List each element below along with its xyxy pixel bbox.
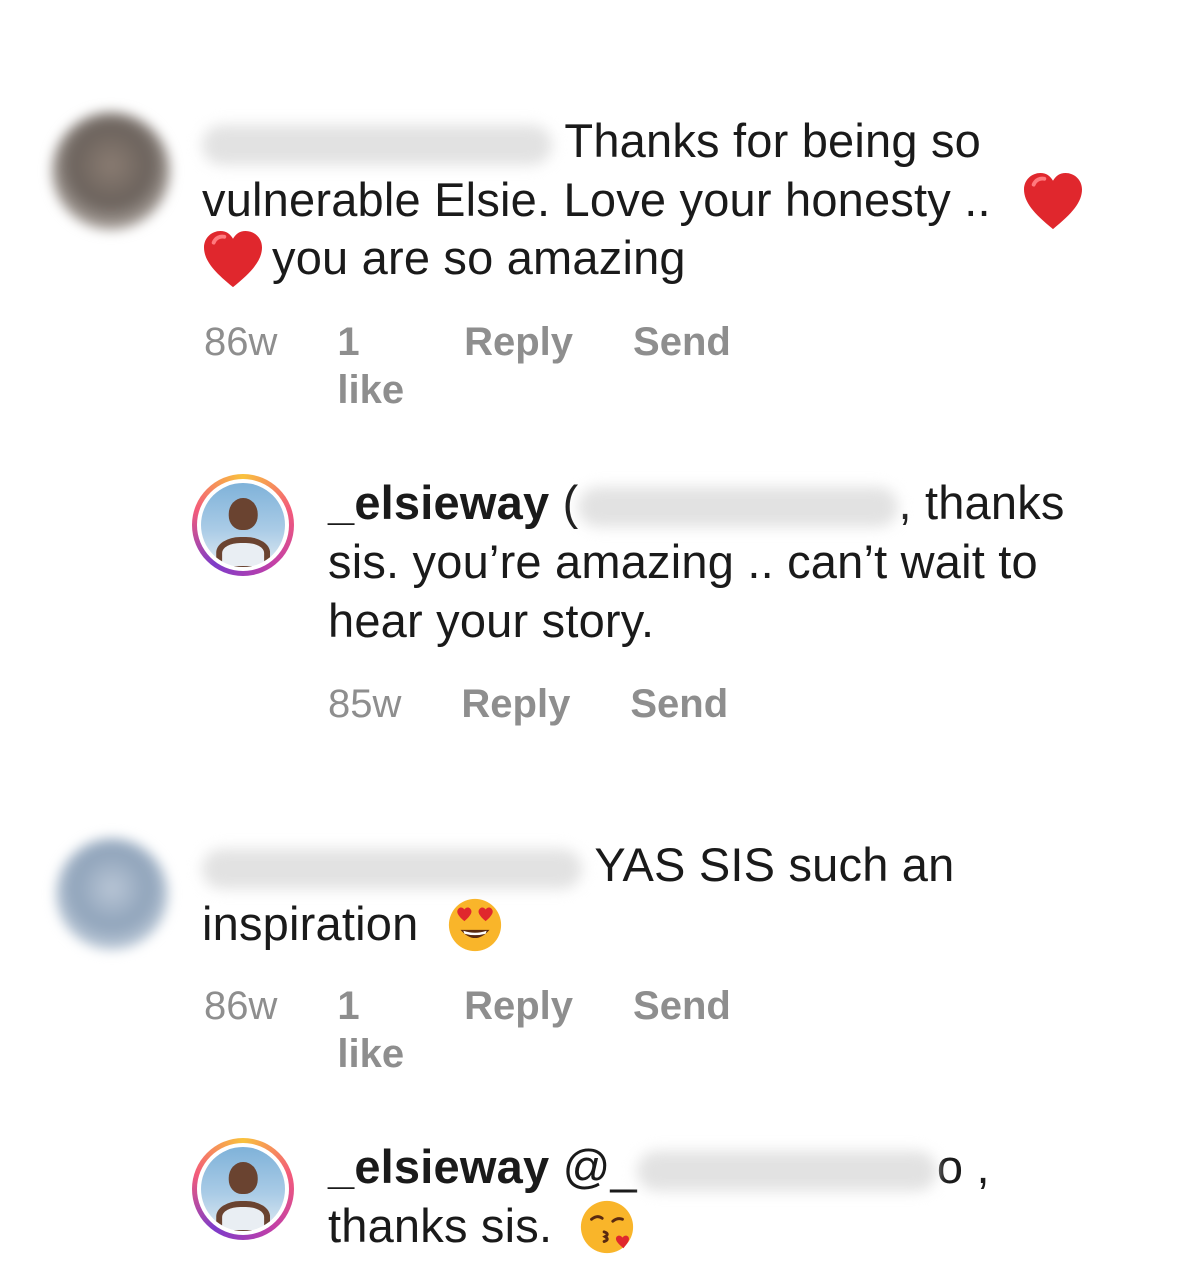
avatar[interactable] <box>192 1138 294 1240</box>
mention-link[interactable]: @_ <box>563 1140 637 1193</box>
comment-meta: 86w 1 like Reply Send <box>204 318 731 414</box>
avatar[interactable] <box>52 112 170 230</box>
kissing-face-emoji-icon <box>580 1200 633 1253</box>
red-heart-icon <box>204 230 262 287</box>
timestamp: 86w <box>204 320 278 364</box>
reply-button[interactable]: Reply <box>464 318 573 414</box>
avatar[interactable] <box>56 838 168 950</box>
username[interactable]: _elsieway <box>328 1140 549 1193</box>
heart-eyes-emoji-icon <box>448 898 501 951</box>
likes-count[interactable]: 1 like <box>337 982 404 1078</box>
username[interactable]: _elsieway <box>328 476 549 529</box>
comment-meta: 86w 1 like Reply Send <box>204 982 731 1078</box>
redacted-mention <box>578 486 899 527</box>
redacted-username <box>202 124 552 165</box>
send-button[interactable]: Send <box>633 982 731 1078</box>
comment-meta: 85w Reply Send <box>328 680 728 728</box>
reply-button[interactable]: Reply <box>461 680 570 728</box>
reply-button[interactable]: Reply <box>464 982 573 1078</box>
avatar[interactable] <box>192 474 294 576</box>
redacted-mention <box>636 1150 937 1191</box>
comment-text: Thanks for being so <box>202 112 1162 170</box>
timestamp: 85w <box>328 682 402 726</box>
red-heart-icon <box>1024 172 1083 229</box>
likes-count[interactable]: 1 like <box>337 318 404 414</box>
send-button[interactable]: Send <box>630 680 728 728</box>
send-button[interactable]: Send <box>633 318 731 414</box>
redacted-username <box>202 848 582 889</box>
timestamp: 86w <box>204 984 278 1028</box>
